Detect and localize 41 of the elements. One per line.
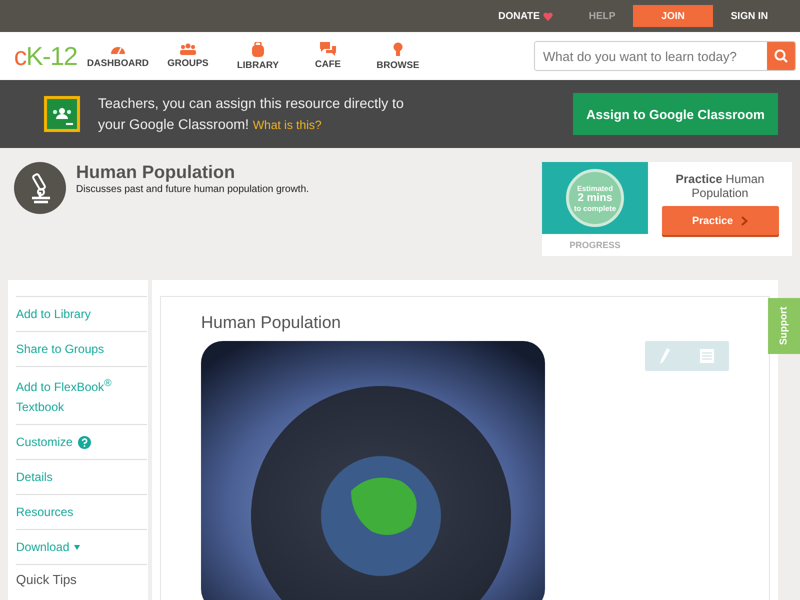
help-link[interactable]: HELP (570, 5, 634, 27)
chevron-icon (740, 216, 748, 226)
sidebar-link[interactable]: Customize (16, 432, 73, 452)
nav-item[interactable]: DASHBOARD (82, 43, 153, 69)
sidebar-link[interactable]: Add to FlexBook$^{®}$ Textbook (16, 374, 147, 417)
help-icon[interactable] (78, 436, 91, 448)
sidebar-link[interactable]: Resources (16, 502, 74, 522)
sidebar-link[interactable]: Download (16, 537, 70, 557)
lightbulb-icon (392, 42, 403, 56)
microscope-icon (14, 162, 66, 214)
support-tab[interactable]: Support (768, 298, 800, 354)
logo[interactable]: cK-12 (14, 40, 77, 72)
classroom-icon (44, 96, 80, 132)
section-title: Human Population (201, 313, 342, 333)
join-button[interactable]: JOIN (633, 5, 713, 27)
nav-item[interactable]: LIBRARY (222, 42, 293, 70)
sidebar-link[interactable]: Add to Library (16, 304, 91, 324)
people-icon (178, 43, 197, 55)
sign-in-link[interactable]: SIGN IN (712, 5, 786, 27)
heart-icon (542, 12, 553, 20)
sidebar-link[interactable]: Details (16, 467, 53, 487)
search-icon (774, 49, 788, 63)
search-button[interactable] (767, 42, 795, 70)
nav-item[interactable]: CAFE (292, 42, 363, 70)
lesson-title: Human Population (76, 162, 236, 182)
practice-button[interactable]: Practice (662, 206, 778, 235)
backpack-icon (250, 42, 265, 56)
what-is-this-link[interactable]: What is this? (252, 118, 322, 132)
sidebar-link[interactable]: Share to Groups (16, 339, 104, 359)
nav-item[interactable]: GROUPS (152, 43, 223, 69)
caret-icon (74, 544, 80, 550)
lesson-description: Discusses past and future human population growth. (76, 184, 309, 195)
donate-link[interactable]: DONATE (480, 5, 571, 27)
quick-tips-heading: Quick Tips (16, 564, 147, 594)
chat-icon (320, 42, 336, 56)
search-field[interactable]: What do you want to learn today? (534, 41, 796, 71)
progress-label: PROGRESS (569, 240, 620, 250)
assign-button[interactable]: Assign to Google Classroom (573, 93, 778, 135)
practice-title: Practice Human Population (674, 172, 766, 200)
nav-item[interactable]: BROWSE (362, 42, 433, 70)
banner-text: Teachers, you can assign this resource directly to your Google Classroom! What is this? (98, 94, 405, 134)
